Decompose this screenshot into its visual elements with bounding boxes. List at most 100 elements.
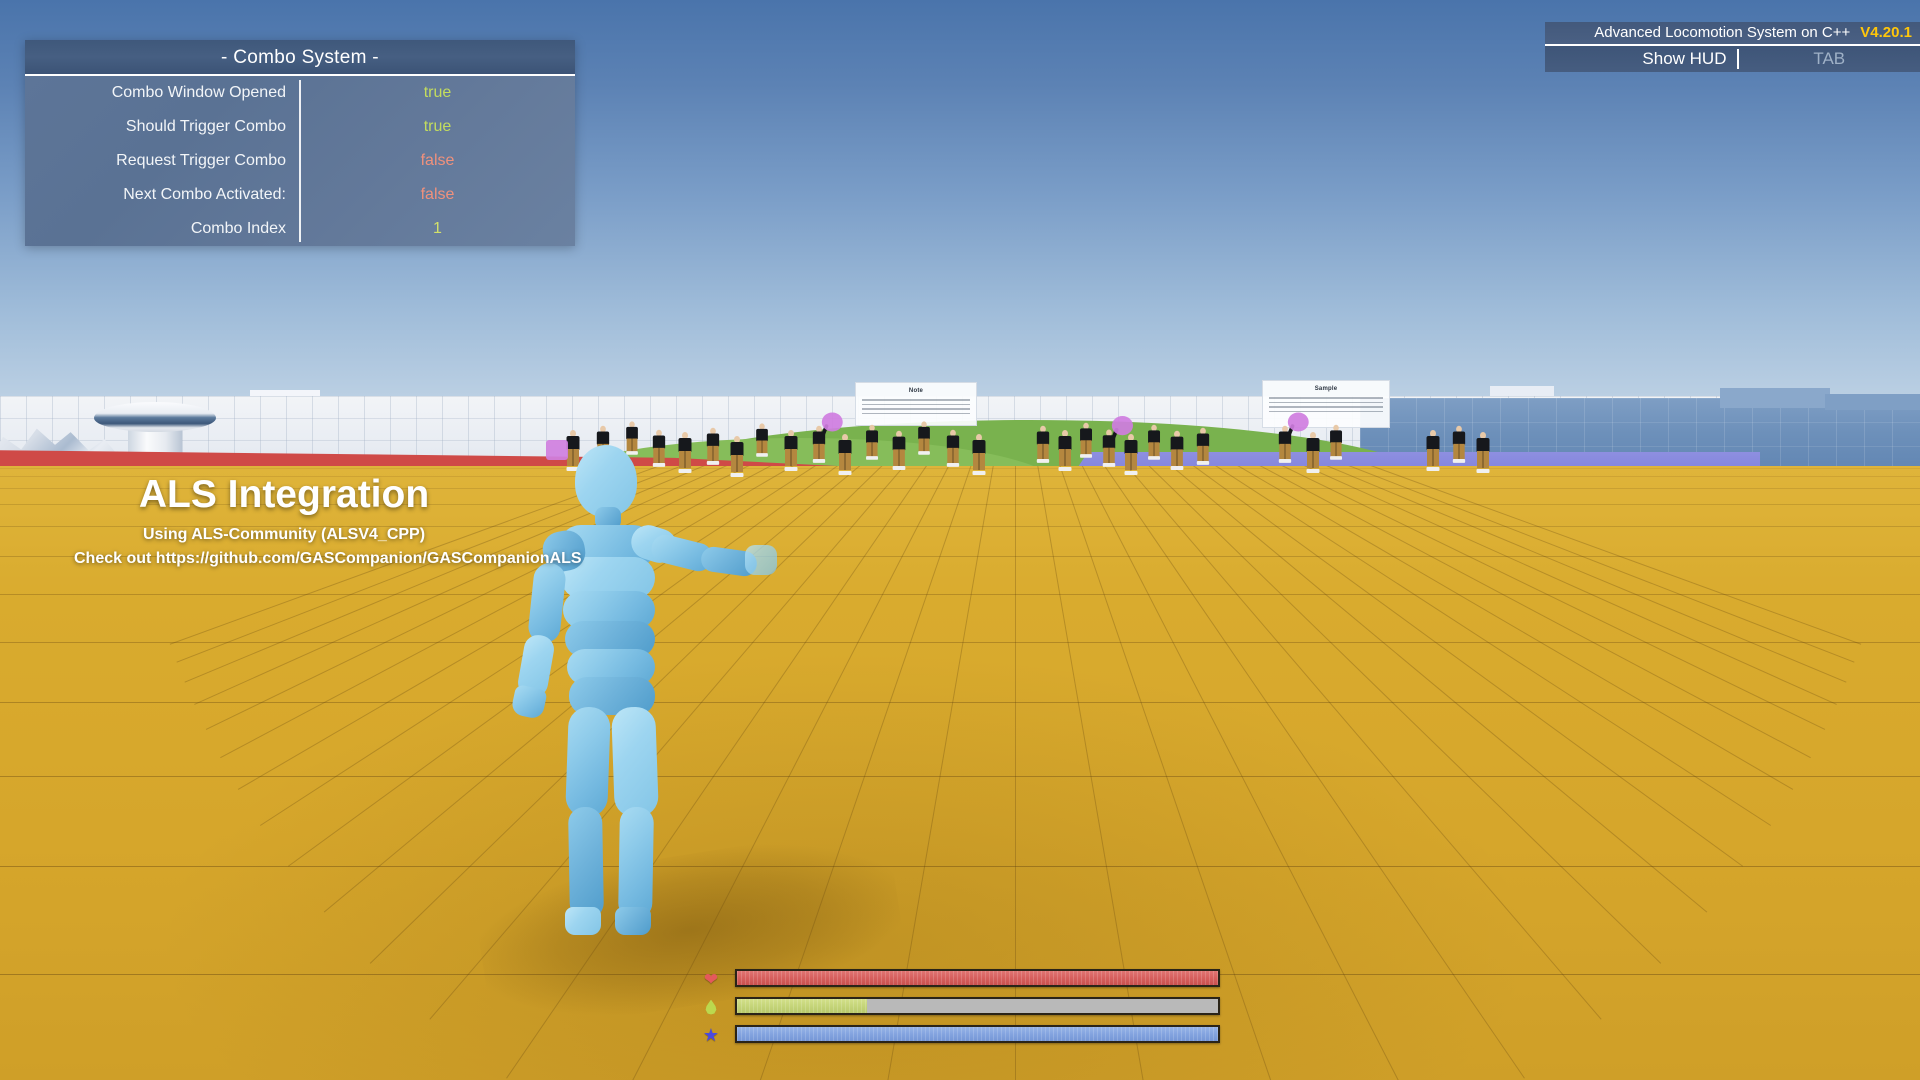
player-character [455, 445, 785, 1055]
droplet-icon [700, 997, 722, 1017]
npc-torso [1148, 430, 1161, 444]
npc-torso [866, 430, 879, 444]
npc-feet [946, 463, 959, 467]
character-right-fist [745, 545, 777, 575]
game-viewport: Note Sample - Combo System - Combo Windo… [0, 0, 1920, 1080]
bar-texture [737, 999, 867, 1013]
npc-legs [1307, 451, 1319, 468]
grid-line-vertical [1015, 466, 1662, 964]
combo-row-key: Request Trigger Combo [116, 152, 286, 169]
npc-character [1330, 424, 1343, 460]
repo-url-line: Check out https://github.com/GASCompanio… [74, 549, 582, 567]
npc-legs [1170, 449, 1183, 467]
npc-torso [1426, 436, 1440, 450]
billboard-text-lines [862, 399, 970, 417]
character-left-hand [510, 684, 548, 720]
npc-legs [785, 449, 797, 466]
npc-feet [1278, 459, 1291, 463]
stamina-bar-track [735, 997, 1220, 1015]
npc-prop-box [1111, 416, 1133, 436]
npc-character [1080, 422, 1093, 458]
npc-legs [1427, 449, 1439, 466]
grid-line-vertical [1015, 466, 1847, 683]
npc-legs [1196, 445, 1209, 463]
page-subtitle: Using ALS-Community (ALSV4_CPP) [142, 525, 426, 543]
npc-torso [626, 426, 639, 440]
npc-legs [1452, 443, 1465, 461]
npc-feet [1036, 459, 1049, 463]
npc-feet [1426, 467, 1440, 471]
npc-feet [1170, 466, 1184, 471]
npc-feet [1148, 456, 1161, 460]
npc-legs [1477, 451, 1489, 468]
npc-character [1124, 434, 1138, 475]
combo-row-value: false [420, 152, 455, 169]
combo-row-value: true [423, 84, 452, 101]
combo-row-key: Combo Window Opened [111, 84, 286, 101]
combo-panel-title: - Combo System - [25, 40, 575, 76]
combo-row-key: Next Combo Activated: [123, 186, 286, 203]
npc-torso [972, 440, 986, 454]
npc-torso [784, 436, 798, 450]
combo-row-value: true [423, 118, 452, 135]
combo-row-key: Should Trigger Combo [125, 118, 286, 135]
npc-feet [1476, 469, 1490, 473]
npc-character [1102, 416, 1133, 468]
stamina-bar-fill [737, 999, 867, 1013]
npc-feet [1058, 467, 1072, 471]
npc-character [1306, 432, 1320, 473]
grid-line-horizontal [0, 702, 1920, 703]
star-icon: ★ [702, 1025, 720, 1045]
npc-prop-box [821, 412, 843, 432]
bar-texture [737, 1027, 1218, 1041]
character-right-thigh [611, 706, 659, 818]
npc-feet [1452, 459, 1465, 463]
npc-feet [1102, 463, 1115, 468]
character-right-foot [615, 907, 651, 935]
npc-feet [1330, 456, 1343, 460]
grid-line-horizontal [0, 594, 1920, 595]
stat-bar-mana: ★ [700, 1023, 1220, 1047]
character-left-thigh [565, 706, 611, 818]
show-hud-label: Show HUD [1545, 49, 1739, 69]
npc-legs [1102, 447, 1115, 465]
mana-bar-track [735, 1025, 1220, 1043]
show-hud-keybind: TAB [1813, 49, 1846, 68]
npc-torso [1170, 436, 1184, 451]
npc-torso [756, 428, 769, 442]
npc-legs [1278, 443, 1291, 461]
npc-legs [1059, 449, 1071, 466]
heart-icon: ❤ [703, 969, 719, 989]
mana-bar-fill [737, 1027, 1218, 1041]
character-right-shin [618, 806, 654, 920]
npc-character [1476, 432, 1490, 473]
npc-torso [1124, 440, 1138, 454]
character-left-foot [565, 907, 601, 935]
npc-character [784, 430, 798, 471]
als-product-label: Advanced Locomotion System on C++ [1594, 24, 1851, 41]
grid-line-horizontal [0, 776, 1920, 777]
character-left-shin [568, 806, 604, 920]
npc-feet [972, 471, 986, 475]
combo-row-value: false [420, 186, 455, 203]
npc-character [946, 429, 959, 467]
npc-legs [973, 453, 985, 470]
stat-bar-stamina [700, 995, 1220, 1019]
npc-feet [1124, 471, 1138, 475]
integration-titles: ALS Integration Using ALS-Community (ALS… [74, 473, 582, 568]
npc-torso [596, 431, 609, 445]
npc-character [1058, 430, 1072, 471]
combo-row: Combo Index 1 [25, 212, 575, 246]
info-billboard-center: Note [855, 382, 977, 426]
npc-legs [812, 443, 825, 461]
grid-line-horizontal [0, 642, 1920, 643]
npc-character [1452, 425, 1465, 463]
npc-torso [1196, 433, 1209, 447]
npc-torso [1036, 431, 1049, 445]
npc-legs [946, 447, 959, 465]
grid-line-horizontal [0, 468, 1920, 469]
npc-feet [838, 471, 852, 475]
combo-row-key: Combo Index [190, 220, 286, 237]
npc-legs [1125, 453, 1137, 470]
als-showhud-row[interactable]: Show HUD TAB [1545, 46, 1920, 72]
